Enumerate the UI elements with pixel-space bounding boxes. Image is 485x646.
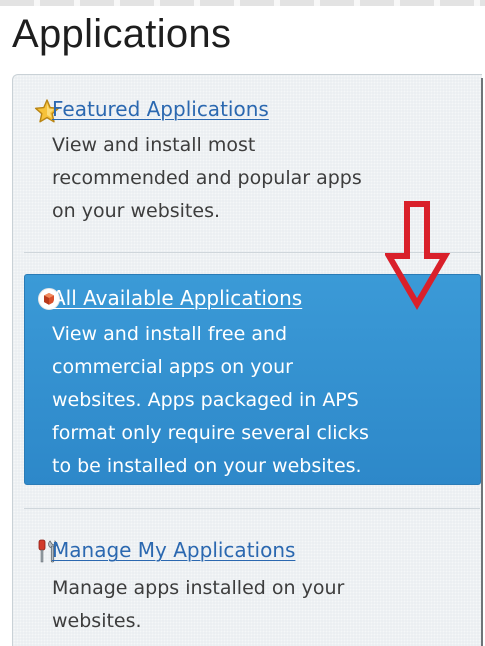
all-available-applications-description: View and install free and commercial app… [52,318,369,483]
manage-my-applications-description: Manage apps installed on your websites. [52,572,344,638]
featured-applications-description: View and install most recommended and po… [52,129,362,228]
featured-applications-link[interactable]: Featured Applications [52,96,269,122]
all-available-applications-link[interactable]: All Available Applications [52,285,302,311]
description-line: to be installed on your websites. [52,455,362,477]
description-line: Manage apps installed on your [52,577,345,599]
description-line: recommended and popular apps [52,167,362,189]
page-title: Applications [12,12,232,56]
description-line: websites. Apps packaged in APS [52,389,359,411]
description-line: format only require several clicks [52,422,369,444]
description-line: View and install most [52,134,256,156]
description-line: on your websites. [52,200,221,222]
item-separator [24,508,480,509]
description-line: View and install free and [52,323,288,345]
down-arrow-annotation-icon [385,201,451,310]
description-line: commercial apps on your [52,356,293,378]
panel-right-edge [481,78,483,646]
description-line: websites. [52,610,142,632]
manage-my-applications-link[interactable]: Manage My Applications [52,537,295,563]
